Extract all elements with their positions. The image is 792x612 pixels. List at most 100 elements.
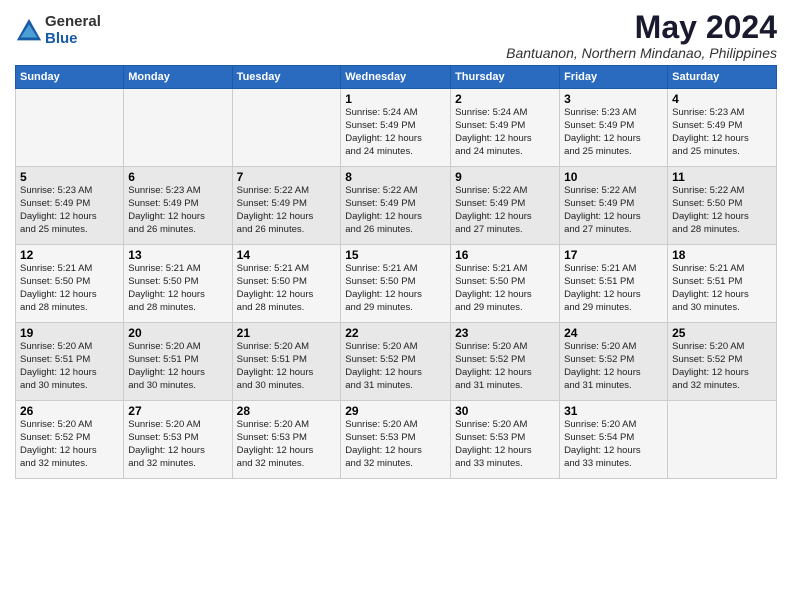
calendar-cell: 6Sunrise: 5:23 AM Sunset: 5:49 PM Daylig… bbox=[124, 167, 232, 245]
calendar-cell: 25Sunrise: 5:20 AM Sunset: 5:52 PM Dayli… bbox=[668, 323, 777, 401]
header-monday: Monday bbox=[124, 66, 232, 89]
day-number: 14 bbox=[237, 248, 337, 262]
calendar-cell bbox=[124, 89, 232, 167]
day-info: Sunrise: 5:22 AM Sunset: 5:49 PM Dayligh… bbox=[455, 185, 555, 236]
day-info: Sunrise: 5:20 AM Sunset: 5:52 PM Dayligh… bbox=[672, 341, 772, 392]
day-number: 11 bbox=[672, 170, 772, 184]
calendar-cell: 10Sunrise: 5:22 AM Sunset: 5:49 PM Dayli… bbox=[560, 167, 668, 245]
calendar-table: Sunday Monday Tuesday Wednesday Thursday… bbox=[15, 65, 777, 479]
calendar-cell: 31Sunrise: 5:20 AM Sunset: 5:54 PM Dayli… bbox=[560, 401, 668, 479]
day-info: Sunrise: 5:21 AM Sunset: 5:50 PM Dayligh… bbox=[345, 263, 446, 314]
day-number: 23 bbox=[455, 326, 555, 340]
day-number: 18 bbox=[672, 248, 772, 262]
logo-icon bbox=[15, 17, 43, 45]
day-number: 29 bbox=[345, 404, 446, 418]
day-number: 16 bbox=[455, 248, 555, 262]
day-info: Sunrise: 5:22 AM Sunset: 5:49 PM Dayligh… bbox=[237, 185, 337, 236]
day-info: Sunrise: 5:20 AM Sunset: 5:54 PM Dayligh… bbox=[564, 419, 663, 470]
calendar-cell bbox=[232, 89, 341, 167]
calendar-cell: 4Sunrise: 5:23 AM Sunset: 5:49 PM Daylig… bbox=[668, 89, 777, 167]
logo-text: General Blue bbox=[45, 14, 101, 47]
calendar-cell: 8Sunrise: 5:22 AM Sunset: 5:49 PM Daylig… bbox=[341, 167, 451, 245]
day-info: Sunrise: 5:20 AM Sunset: 5:53 PM Dayligh… bbox=[455, 419, 555, 470]
calendar-cell: 23Sunrise: 5:20 AM Sunset: 5:52 PM Dayli… bbox=[451, 323, 560, 401]
header-thursday: Thursday bbox=[451, 66, 560, 89]
calendar-cell: 5Sunrise: 5:23 AM Sunset: 5:49 PM Daylig… bbox=[16, 167, 124, 245]
calendar-cell: 14Sunrise: 5:21 AM Sunset: 5:50 PM Dayli… bbox=[232, 245, 341, 323]
day-info: Sunrise: 5:24 AM Sunset: 5:49 PM Dayligh… bbox=[345, 107, 446, 158]
day-info: Sunrise: 5:23 AM Sunset: 5:49 PM Dayligh… bbox=[128, 185, 227, 236]
day-number: 19 bbox=[20, 326, 119, 340]
page-container: General Blue May 2024 Bantuanon, Norther… bbox=[0, 0, 792, 484]
calendar-cell: 28Sunrise: 5:20 AM Sunset: 5:53 PM Dayli… bbox=[232, 401, 341, 479]
day-info: Sunrise: 5:22 AM Sunset: 5:50 PM Dayligh… bbox=[672, 185, 772, 236]
day-info: Sunrise: 5:21 AM Sunset: 5:50 PM Dayligh… bbox=[128, 263, 227, 314]
day-info: Sunrise: 5:21 AM Sunset: 5:51 PM Dayligh… bbox=[672, 263, 772, 314]
location-text: Bantuanon, Northern Mindanao, Philippine… bbox=[506, 45, 777, 61]
day-info: Sunrise: 5:20 AM Sunset: 5:51 PM Dayligh… bbox=[20, 341, 119, 392]
calendar-cell: 18Sunrise: 5:21 AM Sunset: 5:51 PM Dayli… bbox=[668, 245, 777, 323]
day-number: 8 bbox=[345, 170, 446, 184]
day-info: Sunrise: 5:23 AM Sunset: 5:49 PM Dayligh… bbox=[564, 107, 663, 158]
calendar-cell: 16Sunrise: 5:21 AM Sunset: 5:50 PM Dayli… bbox=[451, 245, 560, 323]
day-number: 12 bbox=[20, 248, 119, 262]
calendar-cell: 15Sunrise: 5:21 AM Sunset: 5:50 PM Dayli… bbox=[341, 245, 451, 323]
day-info: Sunrise: 5:20 AM Sunset: 5:52 PM Dayligh… bbox=[345, 341, 446, 392]
day-number: 9 bbox=[455, 170, 555, 184]
day-info: Sunrise: 5:23 AM Sunset: 5:49 PM Dayligh… bbox=[672, 107, 772, 158]
day-number: 10 bbox=[564, 170, 663, 184]
header-wednesday: Wednesday bbox=[341, 66, 451, 89]
week-row-5: 26Sunrise: 5:20 AM Sunset: 5:52 PM Dayli… bbox=[16, 401, 777, 479]
calendar-cell: 13Sunrise: 5:21 AM Sunset: 5:50 PM Dayli… bbox=[124, 245, 232, 323]
day-number: 1 bbox=[345, 92, 446, 106]
day-info: Sunrise: 5:20 AM Sunset: 5:53 PM Dayligh… bbox=[345, 419, 446, 470]
day-number: 31 bbox=[564, 404, 663, 418]
calendar-cell: 20Sunrise: 5:20 AM Sunset: 5:51 PM Dayli… bbox=[124, 323, 232, 401]
calendar-cell: 21Sunrise: 5:20 AM Sunset: 5:51 PM Dayli… bbox=[232, 323, 341, 401]
day-info: Sunrise: 5:20 AM Sunset: 5:53 PM Dayligh… bbox=[237, 419, 337, 470]
day-info: Sunrise: 5:20 AM Sunset: 5:52 PM Dayligh… bbox=[564, 341, 663, 392]
calendar-cell: 22Sunrise: 5:20 AM Sunset: 5:52 PM Dayli… bbox=[341, 323, 451, 401]
page-header: General Blue May 2024 Bantuanon, Norther… bbox=[15, 10, 777, 61]
calendar-cell: 26Sunrise: 5:20 AM Sunset: 5:52 PM Dayli… bbox=[16, 401, 124, 479]
day-info: Sunrise: 5:20 AM Sunset: 5:52 PM Dayligh… bbox=[20, 419, 119, 470]
header-tuesday: Tuesday bbox=[232, 66, 341, 89]
calendar-cell: 27Sunrise: 5:20 AM Sunset: 5:53 PM Dayli… bbox=[124, 401, 232, 479]
day-info: Sunrise: 5:20 AM Sunset: 5:52 PM Dayligh… bbox=[455, 341, 555, 392]
day-number: 21 bbox=[237, 326, 337, 340]
day-info: Sunrise: 5:24 AM Sunset: 5:49 PM Dayligh… bbox=[455, 107, 555, 158]
header-sunday: Sunday bbox=[16, 66, 124, 89]
calendar-cell: 29Sunrise: 5:20 AM Sunset: 5:53 PM Dayli… bbox=[341, 401, 451, 479]
calendar-cell: 3Sunrise: 5:23 AM Sunset: 5:49 PM Daylig… bbox=[560, 89, 668, 167]
header-saturday: Saturday bbox=[668, 66, 777, 89]
day-info: Sunrise: 5:22 AM Sunset: 5:49 PM Dayligh… bbox=[564, 185, 663, 236]
calendar-cell: 9Sunrise: 5:22 AM Sunset: 5:49 PM Daylig… bbox=[451, 167, 560, 245]
day-number: 25 bbox=[672, 326, 772, 340]
day-number: 20 bbox=[128, 326, 227, 340]
day-number: 6 bbox=[128, 170, 227, 184]
calendar-cell: 11Sunrise: 5:22 AM Sunset: 5:50 PM Dayli… bbox=[668, 167, 777, 245]
day-info: Sunrise: 5:20 AM Sunset: 5:51 PM Dayligh… bbox=[237, 341, 337, 392]
day-number: 7 bbox=[237, 170, 337, 184]
calendar-cell: 1Sunrise: 5:24 AM Sunset: 5:49 PM Daylig… bbox=[341, 89, 451, 167]
calendar-cell bbox=[16, 89, 124, 167]
days-header-row: Sunday Monday Tuesday Wednesday Thursday… bbox=[16, 66, 777, 89]
day-number: 17 bbox=[564, 248, 663, 262]
day-info: Sunrise: 5:21 AM Sunset: 5:50 PM Dayligh… bbox=[20, 263, 119, 314]
logo: General Blue bbox=[15, 14, 101, 47]
logo-general-text: General bbox=[45, 14, 101, 31]
week-row-1: 1Sunrise: 5:24 AM Sunset: 5:49 PM Daylig… bbox=[16, 89, 777, 167]
calendar-cell bbox=[668, 401, 777, 479]
day-info: Sunrise: 5:21 AM Sunset: 5:50 PM Dayligh… bbox=[455, 263, 555, 314]
day-number: 26 bbox=[20, 404, 119, 418]
day-number: 2 bbox=[455, 92, 555, 106]
day-info: Sunrise: 5:23 AM Sunset: 5:49 PM Dayligh… bbox=[20, 185, 119, 236]
calendar-cell: 12Sunrise: 5:21 AM Sunset: 5:50 PM Dayli… bbox=[16, 245, 124, 323]
calendar-cell: 24Sunrise: 5:20 AM Sunset: 5:52 PM Dayli… bbox=[560, 323, 668, 401]
calendar-cell: 7Sunrise: 5:22 AM Sunset: 5:49 PM Daylig… bbox=[232, 167, 341, 245]
day-info: Sunrise: 5:20 AM Sunset: 5:53 PM Dayligh… bbox=[128, 419, 227, 470]
logo-blue-text: Blue bbox=[45, 31, 101, 48]
week-row-4: 19Sunrise: 5:20 AM Sunset: 5:51 PM Dayli… bbox=[16, 323, 777, 401]
calendar-cell: 19Sunrise: 5:20 AM Sunset: 5:51 PM Dayli… bbox=[16, 323, 124, 401]
day-number: 24 bbox=[564, 326, 663, 340]
